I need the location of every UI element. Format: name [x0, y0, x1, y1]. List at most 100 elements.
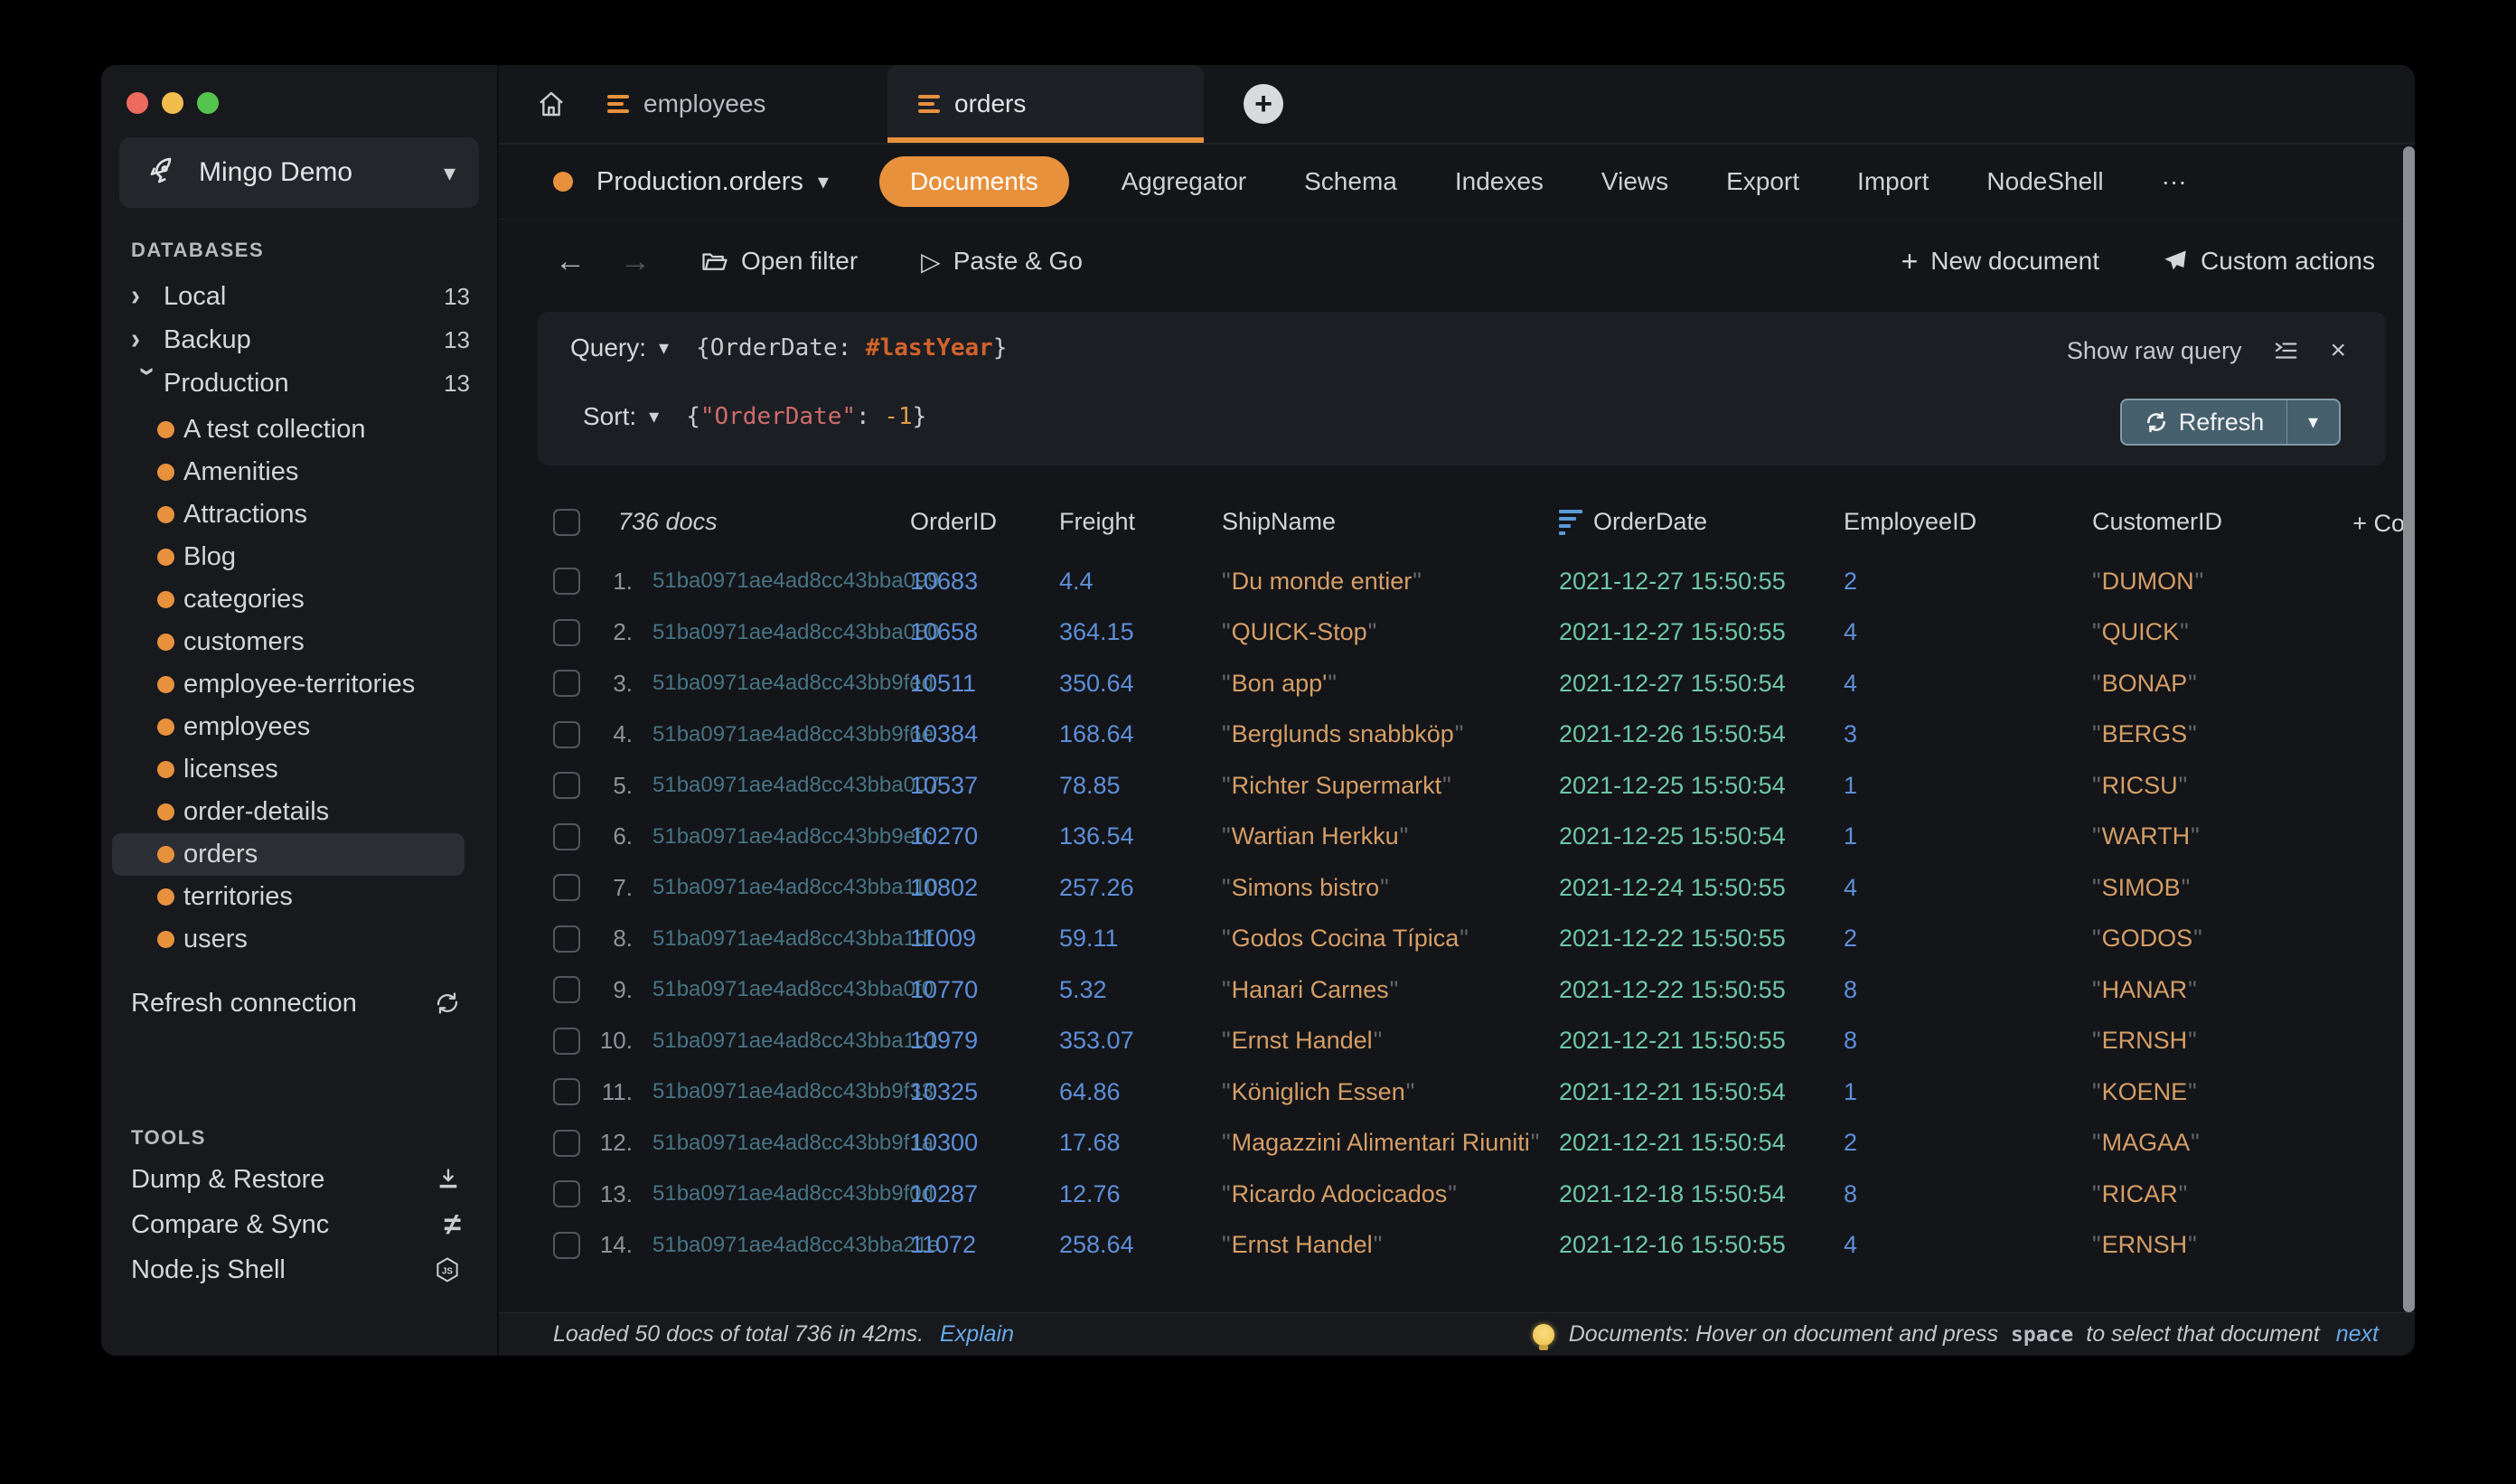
console-icon[interactable] [2272, 337, 2299, 364]
row-checkbox[interactable] [553, 925, 580, 953]
row-checkbox[interactable] [553, 1028, 580, 1055]
home-button[interactable] [526, 65, 577, 143]
document-id[interactable]: 51ba0971ae4ad8cc43bba110 [652, 875, 910, 900]
custom-actions-button[interactable]: Custom actions [2163, 247, 2375, 276]
table-row[interactable]: 1. 51ba0971ae4ad8cc43bba099 10683 4.4 Du… [499, 556, 2415, 607]
next-tip-link[interactable]: next [2336, 1321, 2379, 1348]
sidebar-collection-item[interactable]: licenses [112, 748, 465, 791]
refresh-button[interactable]: Refresh [2122, 400, 2286, 444]
row-checkbox[interactable] [553, 823, 580, 850]
document-id[interactable]: 51ba0971ae4ad8cc43bba007 [652, 773, 910, 798]
table-row[interactable]: 14. 51ba0971ae4ad8cc43bba21e 11072 258.6… [499, 1220, 2415, 1272]
collection-tab[interactable]: orders [887, 65, 1204, 143]
document-id[interactable]: 51ba0971ae4ad8cc43bb9fed [652, 671, 910, 696]
row-checkbox[interactable] [553, 772, 580, 799]
column-header-freight[interactable]: Freight [1059, 508, 1222, 536]
minimize-window-button[interactable] [162, 92, 183, 114]
table-row[interactable]: 8. 51ba0971ae4ad8cc43bba1df 11009 59.11 … [499, 914, 2415, 965]
row-checkbox[interactable] [553, 1232, 580, 1259]
sidebar-collection-item[interactable]: Amenities [112, 451, 465, 493]
open-filter-button[interactable]: Open filter [701, 247, 858, 276]
column-header-orderdate[interactable]: OrderDate [1559, 508, 1844, 536]
table-row[interactable]: 5. 51ba0971ae4ad8cc43bba007 10537 78.85 … [499, 760, 2415, 812]
back-button[interactable]: ← [555, 244, 620, 279]
view-tab[interactable]: Indexes [1450, 158, 1549, 205]
row-checkbox[interactable] [553, 568, 580, 595]
connection-selector[interactable]: Mingo Demo ▾ [119, 137, 479, 208]
maximize-window-button[interactable] [197, 92, 219, 114]
nodejs-shell-tool[interactable]: Node.js Shell JS [101, 1247, 497, 1292]
view-tab[interactable]: ··· [2156, 158, 2192, 205]
row-checkbox[interactable] [553, 976, 580, 1003]
table-row[interactable]: 12. 51ba0971ae4ad8cc43bb9f1a 10300 17.68… [499, 1118, 2415, 1169]
row-checkbox[interactable] [553, 1130, 580, 1157]
view-tab[interactable]: Import [1852, 158, 1934, 205]
column-header-employeeid[interactable]: EmployeeID [1844, 508, 2092, 536]
view-tab[interactable]: Aggregator [1116, 158, 1253, 205]
row-checkbox[interactable] [553, 619, 580, 646]
document-id[interactable]: 51ba0971ae4ad8cc43bba21e [652, 1233, 910, 1258]
new-document-button[interactable]: + New document [1901, 245, 2099, 278]
sidebar-collection-item[interactable]: customers [112, 621, 465, 663]
paste-and-go-button[interactable]: ▷ Paste & Go [921, 247, 1083, 277]
table-row[interactable]: 7. 51ba0971ae4ad8cc43bba110 10802 257.26… [499, 862, 2415, 914]
document-id[interactable]: 51ba0971ae4ad8cc43bba1c1 [652, 1028, 910, 1054]
view-tab[interactable]: Schema [1299, 158, 1403, 205]
row-checkbox[interactable] [553, 721, 580, 748]
refresh-split-button[interactable]: Refresh ▾ [2120, 399, 2341, 446]
document-id[interactable]: 51ba0971ae4ad8cc43bba0f0 [652, 977, 910, 1002]
column-header-shipname[interactable]: ShipName [1222, 508, 1559, 536]
sidebar-collection-item[interactable]: order-details [112, 791, 465, 833]
chevron-down-icon[interactable]: ▾ [659, 336, 669, 360]
sidebar-collection-item[interactable]: users [112, 918, 465, 961]
row-checkbox[interactable] [553, 1078, 580, 1105]
table-row[interactable]: 2. 51ba0971ae4ad8cc43bba080 10658 364.15… [499, 607, 2415, 659]
document-id[interactable]: 51ba0971ae4ad8cc43bb9f1a [652, 1131, 910, 1156]
forward-button[interactable]: → [620, 244, 685, 279]
vertical-scrollbar[interactable] [2403, 146, 2415, 1312]
collection-tab[interactable]: employees [577, 65, 875, 143]
show-raw-query-button[interactable]: Show raw query [2067, 337, 2242, 365]
row-checkbox[interactable] [553, 1180, 580, 1207]
document-id[interactable]: 51ba0971ae4ad8cc43bb9f0d [652, 1181, 910, 1207]
document-id[interactable]: 51ba0971ae4ad8cc43bba080 [652, 620, 910, 645]
sidebar-collection-item[interactable]: employee-territories [112, 663, 465, 706]
table-row[interactable]: 3. 51ba0971ae4ad8cc43bb9fed 10511 350.64… [499, 658, 2415, 709]
compare-sync-tool[interactable]: Compare & Sync ≠ [101, 1202, 497, 1247]
chevron-down-icon[interactable]: ▾ [649, 405, 659, 428]
explain-link[interactable]: Explain [940, 1321, 1014, 1348]
dump-restore-tool[interactable]: Dump & Restore [101, 1157, 497, 1202]
document-id[interactable]: 51ba0971ae4ad8cc43bba099 [652, 568, 910, 594]
document-id[interactable]: 51ba0971ae4ad8cc43bb9efc [652, 824, 910, 850]
view-tab[interactable]: NodeShell [1981, 158, 2108, 205]
table-row[interactable]: 9. 51ba0971ae4ad8cc43bba0f0 10770 5.32 H… [499, 964, 2415, 1016]
view-tab[interactable]: Documents [879, 156, 1069, 207]
close-icon[interactable]: × [2330, 335, 2346, 366]
document-id[interactable]: 51ba0971ae4ad8cc43bb9f6e [652, 722, 910, 747]
sidebar-item-local-db[interactable]: › Local 13 [101, 275, 497, 318]
column-header-orderid[interactable]: OrderID [910, 508, 1059, 536]
document-id[interactable]: 51ba0971ae4ad8cc43bba1df [652, 926, 910, 952]
new-tab-button[interactable]: + [1244, 84, 1283, 124]
sidebar-item-backup-db[interactable]: › Backup 13 [101, 318, 497, 362]
sidebar-collection-item[interactable]: categories [112, 578, 465, 621]
table-row[interactable]: 6. 51ba0971ae4ad8cc43bb9efc 10270 136.54… [499, 812, 2415, 863]
namespace-selector[interactable]: Production.orders ▾ [553, 167, 829, 197]
row-checkbox[interactable] [553, 670, 580, 697]
sidebar-collection-item[interactable]: employees [112, 706, 465, 748]
sidebar-collection-item[interactable]: territories [112, 876, 465, 918]
table-row[interactable]: 4. 51ba0971ae4ad8cc43bb9f6e 10384 168.64… [499, 709, 2415, 761]
view-tab[interactable]: Export [1721, 158, 1805, 205]
table-row[interactable]: 10. 51ba0971ae4ad8cc43bba1c1 10979 353.0… [499, 1016, 2415, 1067]
sort-input[interactable]: {"OrderDate": -1} [686, 403, 926, 430]
table-row[interactable]: 11. 51ba0971ae4ad8cc43bb9f33 10325 64.86… [499, 1066, 2415, 1118]
view-tab[interactable]: Views [1596, 158, 1674, 205]
document-id[interactable]: 51ba0971ae4ad8cc43bb9f33 [652, 1079, 910, 1104]
row-checkbox[interactable] [553, 874, 580, 901]
close-window-button[interactable] [127, 92, 148, 114]
sidebar-collection-item[interactable]: Blog [112, 536, 465, 578]
sidebar-collection-item[interactable]: orders [112, 833, 465, 876]
table-row[interactable]: 13. 51ba0971ae4ad8cc43bb9f0d 10287 12.76… [499, 1169, 2415, 1220]
select-all-checkbox[interactable] [553, 509, 580, 536]
sidebar-item-production-db[interactable]: › Production 13 [101, 362, 497, 405]
